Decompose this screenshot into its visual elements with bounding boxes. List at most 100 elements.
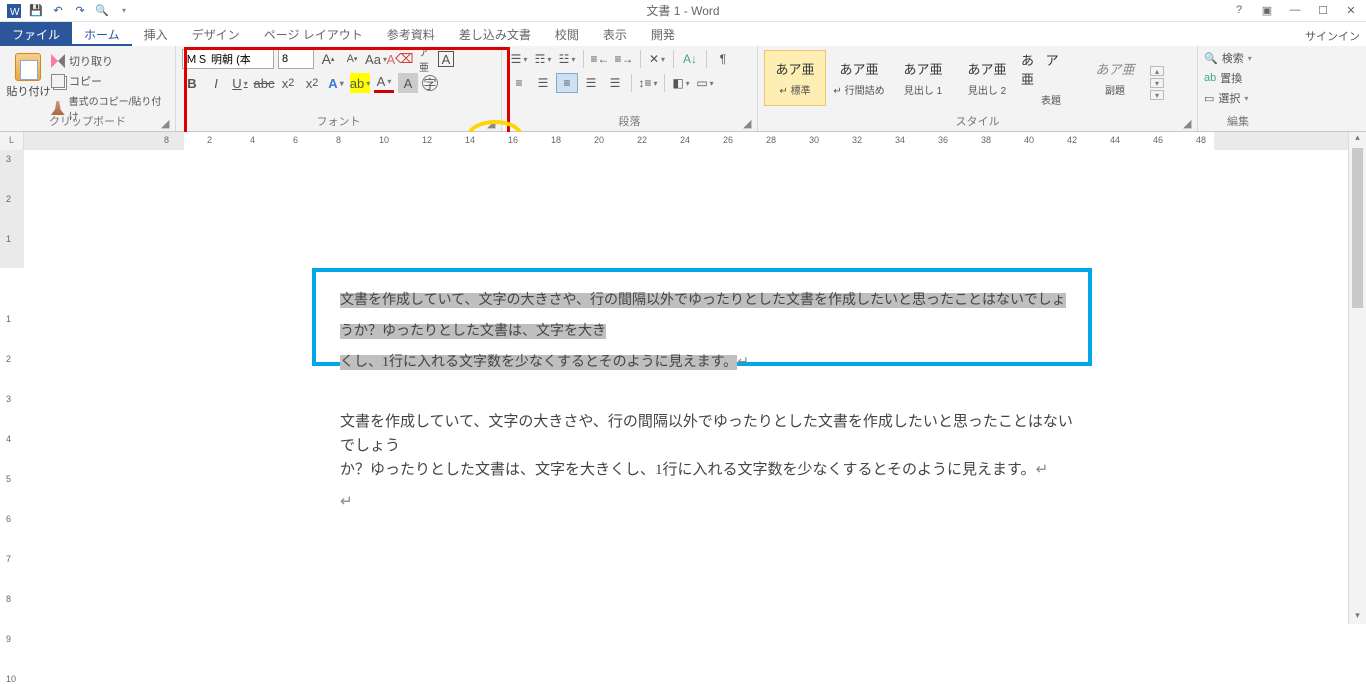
group-clipboard: 貼り付け 切り取り コピー 書式のコピー/貼り付け クリップボード ◢	[0, 46, 176, 131]
tab-layout[interactable]: ページ レイアウト	[252, 22, 375, 46]
svg-text:W: W	[10, 7, 20, 18]
subscript-icon[interactable]: x2	[278, 73, 298, 93]
shading-icon[interactable]: ◧	[670, 73, 692, 93]
shrink-font-icon[interactable]: A▾	[342, 49, 362, 69]
ribbon-display-icon[interactable]: ▣	[1258, 4, 1276, 17]
print-preview-icon[interactable]: 🔍	[94, 3, 110, 19]
tab-mailings[interactable]: 差し込み文書	[447, 22, 543, 46]
enclose-char-icon[interactable]: 字	[422, 75, 438, 91]
italic-icon[interactable]: I	[206, 73, 226, 93]
paste-button[interactable]: 貼り付け	[6, 49, 51, 117]
style-title[interactable]: あ ア 亜表題	[1020, 50, 1082, 106]
char-border-icon[interactable]: A	[438, 51, 454, 67]
line-spacing-icon[interactable]: ↕≡	[637, 73, 659, 93]
font-launcher-icon[interactable]: ◢	[487, 117, 497, 127]
style-heading2[interactable]: あア亜見出し 2	[956, 50, 1018, 106]
font-color-icon[interactable]: A	[374, 73, 394, 93]
paste-label: 貼り付け	[6, 83, 50, 99]
phonetic-guide-icon[interactable]: ア亜	[414, 49, 434, 69]
tab-home[interactable]: ホーム	[72, 22, 132, 46]
style-subtitle[interactable]: あア亜副題	[1084, 50, 1146, 106]
tab-review[interactable]: 校閲	[543, 22, 591, 46]
sort-icon[interactable]: A↓	[679, 49, 701, 69]
strikethrough-icon[interactable]: abc	[254, 73, 274, 93]
sign-in-link[interactable]: サインイン	[1305, 28, 1360, 44]
paper: 文書を作成していて、文字の大きさや、行の間隔以外でゆったりとした文書を作成したい…	[184, 150, 1214, 624]
tab-view[interactable]: 表示	[591, 22, 639, 46]
tab-insert[interactable]: 挿入	[132, 22, 180, 46]
scrollbar-up-icon[interactable]: ▴	[1349, 132, 1366, 146]
asian-layout-icon[interactable]: ✕	[646, 49, 668, 69]
scrollbar-thumb[interactable]	[1352, 148, 1363, 308]
tab-file[interactable]: ファイル	[0, 22, 72, 46]
replace-button[interactable]: ab置換	[1204, 70, 1272, 86]
ribbon: 貼り付け 切り取り コピー 書式のコピー/貼り付け クリップボード ◢ A▴ A…	[0, 46, 1366, 132]
window-title: 文書 1 - Word	[646, 2, 719, 19]
group-label: 編集	[1198, 113, 1278, 129]
highlight-icon[interactable]: ab	[350, 73, 370, 93]
style-normal[interactable]: あア亜↵ 標準	[764, 50, 826, 106]
replace-icon: ab	[1204, 72, 1216, 84]
justify-icon[interactable]: ☰	[580, 73, 602, 93]
group-label: クリップボード	[0, 113, 175, 129]
minimize-icon[interactable]: —	[1286, 4, 1304, 17]
decrease-indent-icon[interactable]: ≡←	[589, 49, 611, 69]
styles-launcher-icon[interactable]: ◢	[1183, 117, 1193, 127]
borders-icon[interactable]: ▭	[694, 73, 716, 93]
select-icon: ▭	[1204, 92, 1214, 105]
font-size-input[interactable]	[278, 49, 314, 69]
copy-button[interactable]: コピー	[51, 73, 169, 89]
redo-icon[interactable]: ↷	[72, 3, 88, 19]
style-no-spacing[interactable]: あア亜↵ 行間詰め	[828, 50, 890, 106]
clipboard-launcher-icon[interactable]: ◢	[161, 117, 171, 127]
close-icon[interactable]: ✕	[1342, 4, 1360, 17]
align-right-icon[interactable]: ≡	[556, 73, 578, 93]
maximize-icon[interactable]: ☐	[1314, 4, 1332, 17]
align-center-icon[interactable]: ☰	[532, 73, 554, 93]
bold-icon[interactable]: B	[182, 73, 202, 93]
show-marks-icon[interactable]: ¶	[712, 49, 734, 69]
ruler-horizontal[interactable]: 8246810121416182022242628303234363840424…	[24, 132, 1366, 150]
group-paragraph: ☰ ☶ ☳ ≡← ≡→ ✕ A↓ ¶ ≡ ☰ ≡ ☰ ☰ ↕≡ ◧ ▭ 段落 ◢	[502, 46, 758, 131]
find-button[interactable]: 🔍検索▾	[1204, 50, 1272, 66]
change-case-icon[interactable]: Aa	[366, 49, 386, 69]
styles-more[interactable]: ▴▾▾	[1150, 66, 1164, 100]
clear-formatting-icon[interactable]: A⌫	[390, 49, 410, 69]
style-heading1[interactable]: あア亜見出し 1	[892, 50, 954, 106]
scrollbar-vertical[interactable]: ▴ ▾	[1348, 132, 1366, 624]
title-bar: W 💾 ↶ ↷ 🔍 ▾ 文書 1 - Word ? ▣ — ☐ ✕	[0, 0, 1366, 22]
help-icon[interactable]: ?	[1230, 4, 1248, 17]
ruler-horizontal-wrap: L 82468101214161820222426283032343638404…	[0, 132, 1366, 150]
quick-access-toolbar: W 💾 ↶ ↷ 🔍 ▾	[0, 3, 132, 19]
scrollbar-down-icon[interactable]: ▾	[1349, 610, 1366, 624]
bullets-icon[interactable]: ☰	[508, 49, 530, 69]
tab-design[interactable]: デザイン	[180, 22, 252, 46]
select-button[interactable]: ▭選択▾	[1204, 90, 1272, 106]
cut-icon	[51, 54, 65, 68]
tab-developer[interactable]: 開発	[639, 22, 687, 46]
align-left-icon[interactable]: ≡	[508, 73, 530, 93]
document-area: 32112345678910 文書を作成していて、文字の大きさや、行の間隔以外で…	[0, 150, 1348, 624]
find-icon: 🔍	[1204, 52, 1218, 65]
distribute-icon[interactable]: ☰	[604, 73, 626, 93]
group-editing: 🔍検索▾ ab置換 ▭選択▾ 編集	[1198, 46, 1278, 131]
save-icon[interactable]: 💾	[28, 3, 44, 19]
page-canvas[interactable]: 文書を作成していて、文字の大きさや、行の間隔以外でゆったりとした文書を作成したい…	[24, 150, 1348, 624]
word-app-icon: W	[6, 3, 22, 19]
font-name-input[interactable]	[182, 49, 274, 69]
paragraph-launcher-icon[interactable]: ◢	[743, 117, 753, 127]
underline-icon[interactable]: U	[230, 73, 250, 93]
char-shading-icon[interactable]: A	[398, 73, 418, 93]
cut-button[interactable]: 切り取り	[51, 53, 169, 69]
ruler-vertical[interactable]: 32112345678910	[0, 150, 24, 624]
increase-indent-icon[interactable]: ≡→	[613, 49, 635, 69]
tab-references[interactable]: 参考資料	[375, 22, 447, 46]
grow-font-icon[interactable]: A▴	[318, 49, 338, 69]
qat-more-icon[interactable]: ▾	[116, 3, 132, 19]
text-effects-icon[interactable]: A	[326, 73, 346, 93]
numbering-icon[interactable]: ☶	[532, 49, 554, 69]
multilevel-list-icon[interactable]: ☳	[556, 49, 578, 69]
superscript-icon[interactable]: x2	[302, 73, 322, 93]
window-buttons: ? ▣ — ☐ ✕	[1230, 4, 1366, 17]
undo-icon[interactable]: ↶	[50, 3, 66, 19]
